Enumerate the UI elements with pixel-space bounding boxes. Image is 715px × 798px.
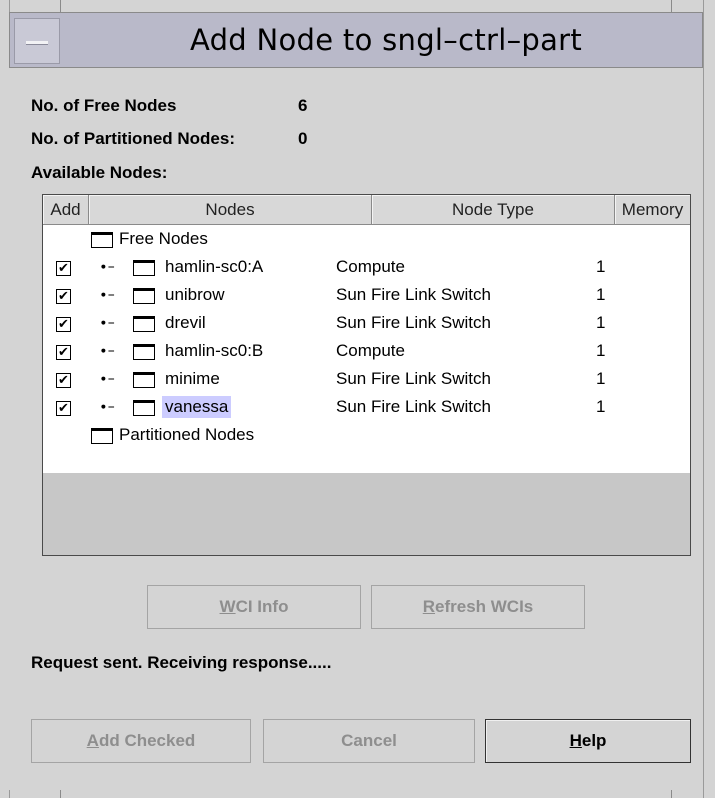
partitioned-nodes-label: No. of Partitioned Nodes: — [31, 129, 235, 148]
wci-info-mnemonic: W — [219, 597, 236, 616]
node-memory: 1 — [596, 397, 606, 416]
tree-group-free-nodes[interactable]: Free Nodes — [119, 228, 208, 250]
help-button[interactable]: Help — [485, 719, 691, 763]
node-memory: 1 — [596, 313, 606, 332]
column-header-nodes[interactable]: Nodes — [89, 195, 372, 225]
column-header-node-type[interactable]: Node Type — [372, 195, 615, 225]
available-nodes-label: Available Nodes: — [31, 163, 168, 182]
window-frame-right — [703, 0, 715, 798]
table-body: Free Nodes ✔ ∙– hamlin-sc0:A Compute 1 ✔… — [43, 225, 690, 473]
node-type: Sun Fire Link Switch — [336, 397, 491, 416]
frame-tick — [60, 790, 61, 798]
row-add-checkbox[interactable]: ✔ — [56, 289, 71, 304]
key-icon[interactable]: ∙– — [99, 343, 115, 359]
tree-group-partitioned-nodes[interactable]: Partitioned Nodes — [119, 424, 254, 446]
folder-icon — [133, 316, 155, 332]
row-add-checkbox[interactable]: ✔ — [56, 345, 71, 360]
frame-tick — [671, 790, 672, 798]
folder-icon — [133, 288, 155, 304]
help-mnemonic: H — [569, 731, 582, 750]
row-add-checkbox[interactable]: ✔ — [56, 261, 71, 276]
free-nodes-label: No. of Free Nodes — [31, 96, 177, 115]
node-memory: 1 — [596, 285, 606, 304]
cancel-button[interactable]: Cancel — [263, 719, 475, 763]
add-checked-button[interactable]: Add Checked — [31, 719, 251, 763]
node-memory: 1 — [596, 257, 606, 276]
folder-icon — [133, 344, 155, 360]
node-name[interactable]: hamlin-sc0:B — [165, 340, 263, 362]
row-add-checkbox[interactable]: ✔ — [56, 401, 71, 416]
dialog-title: Add Node to sngl–ctrl–part — [189, 23, 583, 57]
refresh-wcis-button[interactable]: Refresh WCIs — [371, 585, 585, 629]
nodes-table[interactable]: Add Nodes Node Type Memory Free Nodes ✔ … — [42, 194, 691, 556]
window-menu-button[interactable] — [14, 18, 60, 64]
refresh-wcis-label: efresh WCIs — [435, 597, 534, 616]
node-name[interactable]: minime — [165, 368, 220, 390]
folder-icon — [91, 232, 113, 248]
add-checked-label: dd Checked — [98, 731, 196, 750]
node-type: Compute — [336, 257, 405, 276]
row-add-checkbox[interactable]: ✔ — [56, 373, 71, 388]
node-name[interactable]: drevil — [165, 312, 206, 334]
folder-icon — [133, 260, 155, 276]
refresh-wcis-mnemonic: R — [422, 597, 436, 616]
partitioned-nodes-value: 0 — [298, 129, 308, 148]
column-header-add[interactable]: Add — [43, 195, 89, 225]
node-name[interactable]: unibrow — [165, 284, 225, 306]
title-bar[interactable]: Add Node to sngl–ctrl–part — [9, 12, 703, 68]
node-type: Sun Fire Link Switch — [336, 369, 491, 388]
node-memory: 1 — [596, 341, 606, 360]
key-icon[interactable]: ∙– — [99, 315, 115, 331]
column-header-memory[interactable]: Memory — [615, 195, 690, 225]
wci-info-button[interactable]: WCI Info — [147, 585, 361, 629]
window-menu-icon — [26, 41, 48, 45]
node-memory: 1 — [596, 369, 606, 388]
folder-icon — [133, 372, 155, 388]
node-type: Compute — [336, 341, 405, 360]
row-add-checkbox[interactable]: ✔ — [56, 317, 71, 332]
status-message: Request sent. Receiving response..... — [31, 653, 332, 672]
add-node-dialog: Add Node to sngl–ctrl–part No. of Free N… — [9, 12, 703, 790]
free-nodes-value: 6 — [298, 96, 308, 115]
node-name-selected[interactable]: vanessa — [162, 396, 232, 418]
node-type: Sun Fire Link Switch — [336, 313, 491, 332]
add-checked-mnemonic: A — [86, 731, 99, 750]
node-type: Sun Fire Link Switch — [336, 285, 491, 304]
key-icon[interactable]: ∙– — [99, 259, 115, 275]
key-icon[interactable]: ∙– — [99, 287, 115, 303]
wci-info-label: CI Info — [235, 597, 289, 616]
help-label: elp — [581, 731, 607, 750]
folder-icon — [133, 400, 155, 416]
node-name[interactable]: hamlin-sc0:A — [165, 256, 263, 278]
folder-icon — [91, 428, 113, 444]
key-icon[interactable]: ∙– — [99, 399, 115, 415]
frame-tick — [60, 0, 61, 12]
frame-tick — [671, 0, 672, 12]
key-icon[interactable]: ∙– — [99, 371, 115, 387]
